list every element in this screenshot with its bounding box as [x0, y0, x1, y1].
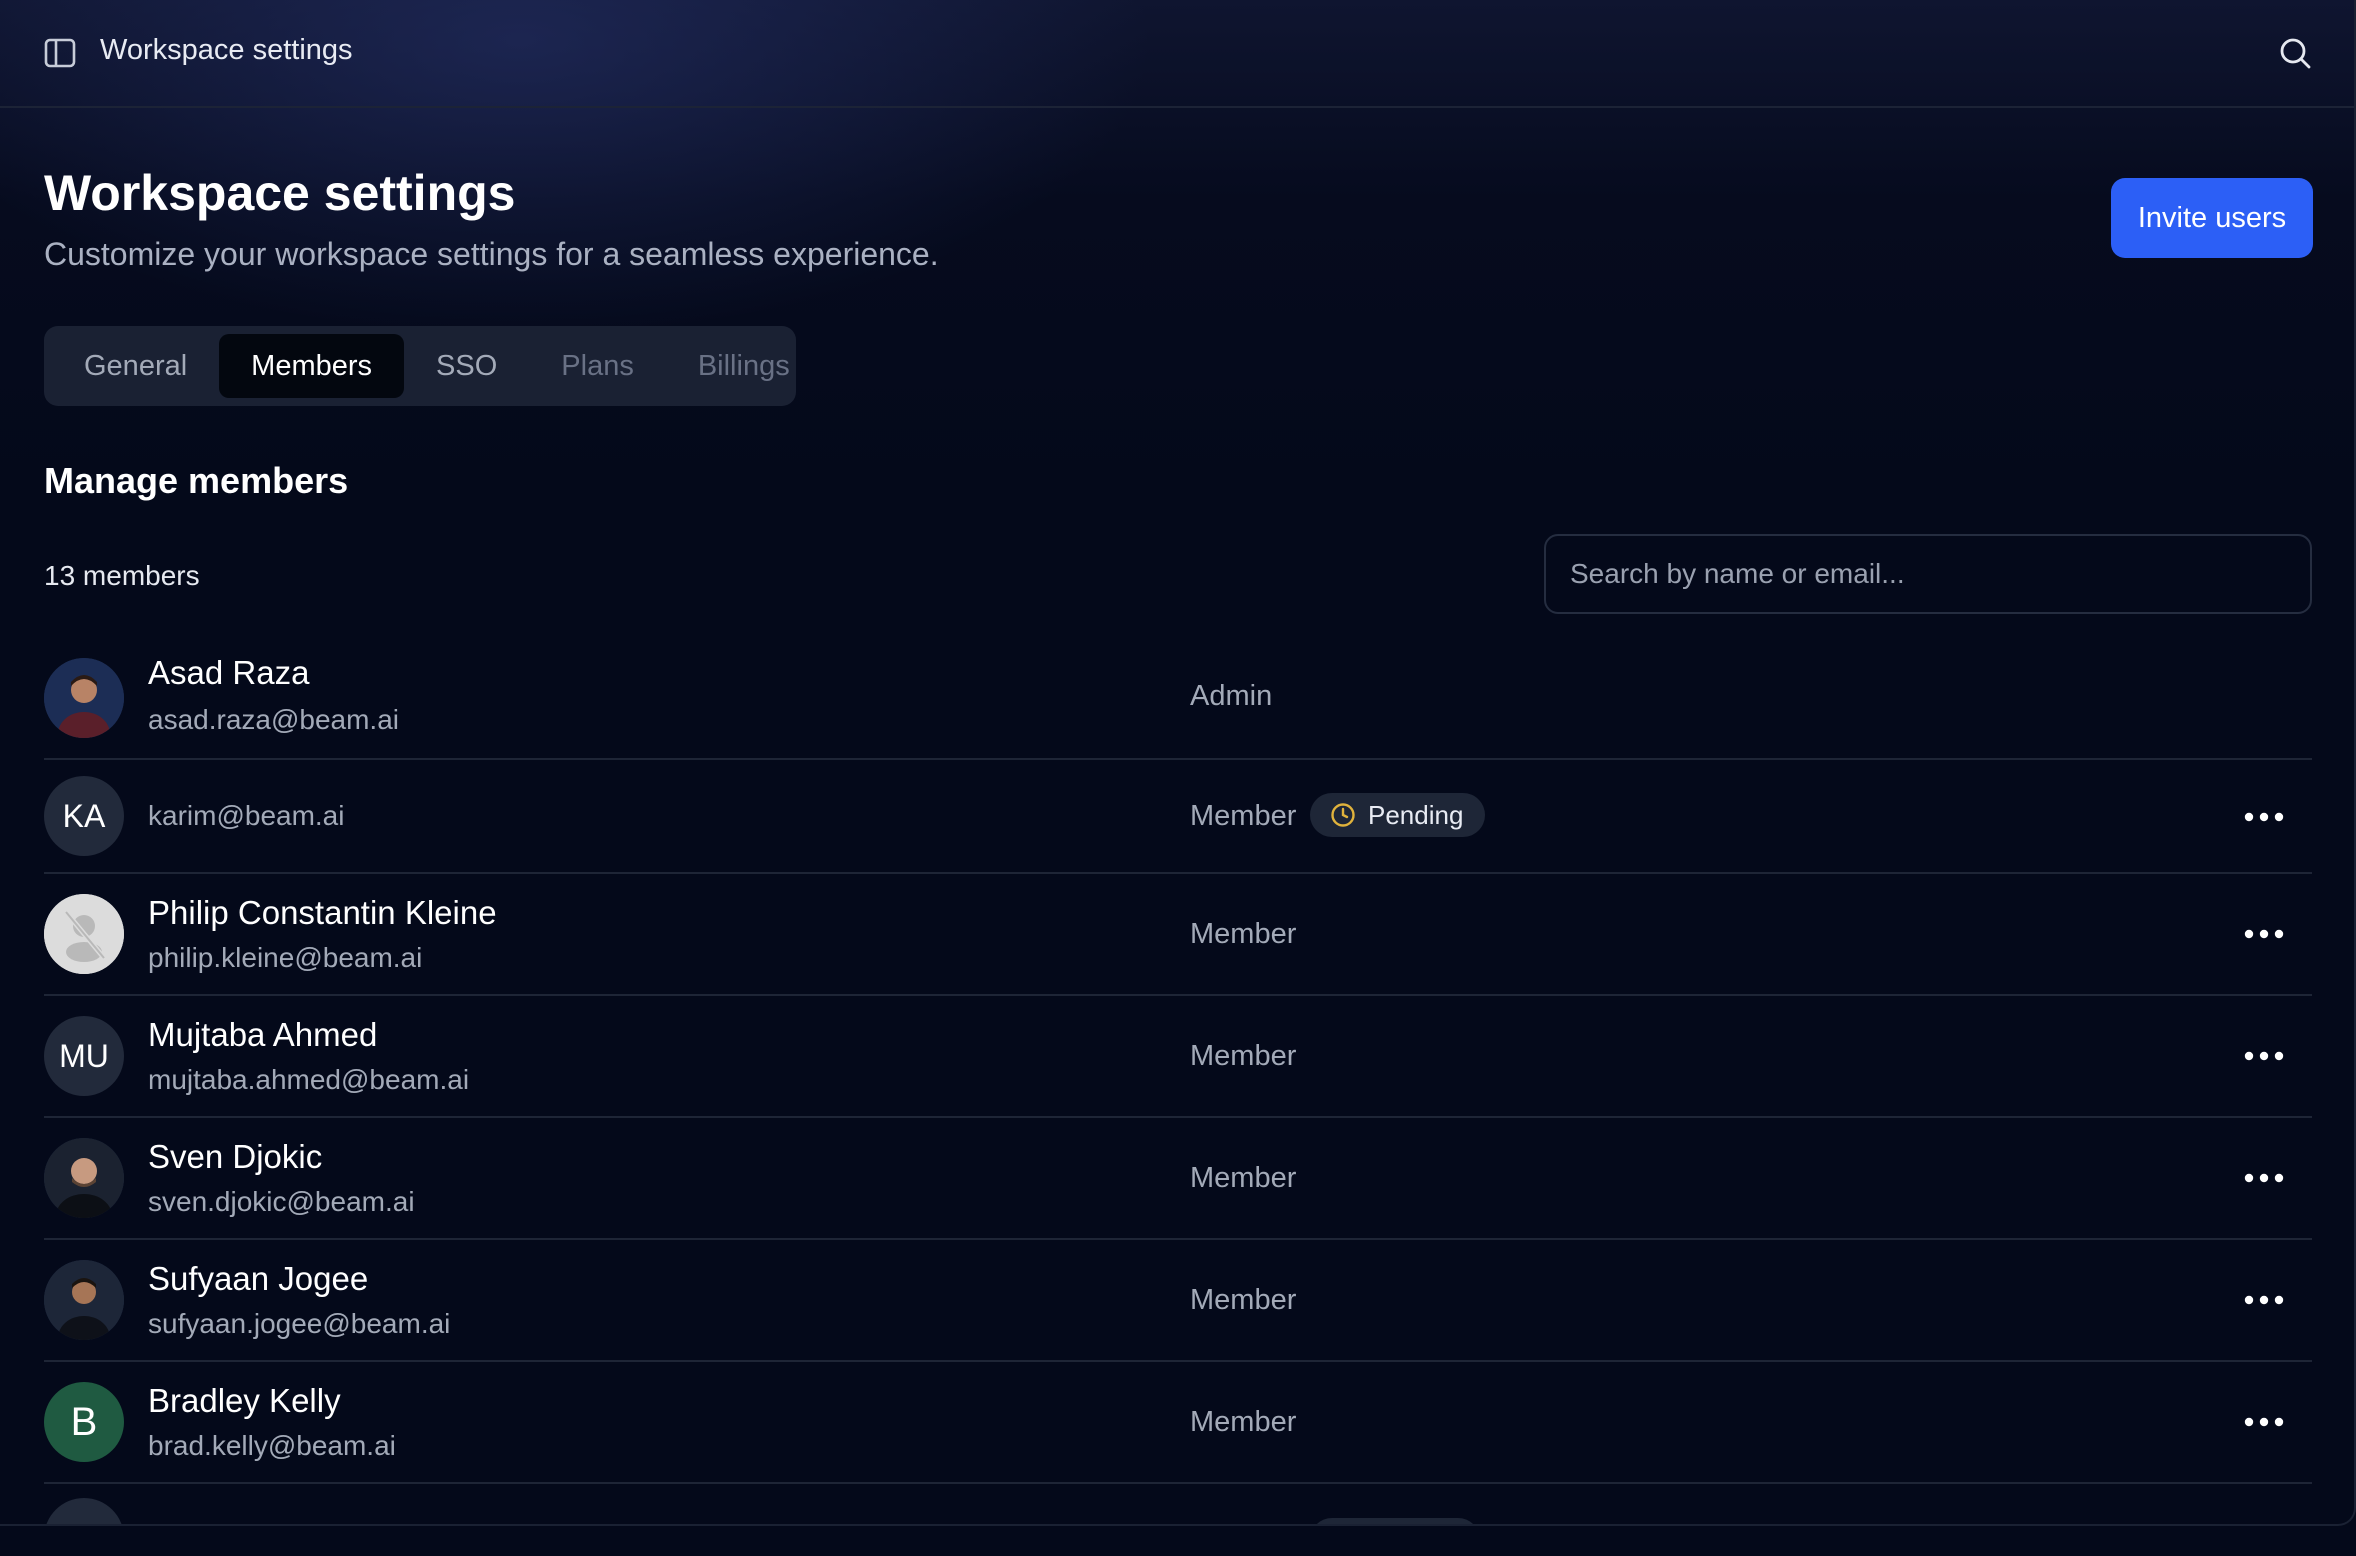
- member-email: sufyaan.jogee@beam.ai: [148, 1308, 451, 1339]
- member-name: Sufyaan Jogee: [148, 1260, 369, 1297]
- more-options-button[interactable]: [2236, 1402, 2292, 1442]
- member-row: MU Mujtaba Ahmed mujtaba.ahmed@beam.ai M…: [44, 996, 2312, 1118]
- member-list: Asad Raza asad.raza@beam.ai Admin KA kar…: [44, 636, 2312, 1524]
- member-email: karim@beam.ai: [148, 800, 345, 831]
- sidebar-panel-icon[interactable]: [44, 38, 76, 68]
- avatar: B: [44, 1382, 124, 1462]
- clock-icon: [1331, 803, 1355, 827]
- avatar: [44, 1260, 124, 1340]
- member-role: Member: [1190, 1162, 1297, 1194]
- member-name: Mujtaba Ahmed: [148, 1016, 378, 1053]
- member-row: Sven Djokic sven.djokic@beam.ai Member: [44, 1118, 2312, 1240]
- top-bar: Workspace settings: [0, 0, 2354, 108]
- more-options-button[interactable]: [2236, 1158, 2292, 1198]
- tab-sso[interactable]: SSO: [404, 334, 529, 398]
- member-role: Member: [1190, 800, 1297, 832]
- member-row: Philip Constantin Kleine philip.kleine@b…: [44, 874, 2312, 996]
- more-horizontal-icon: [2244, 1051, 2284, 1061]
- member-role: Member: [1190, 1284, 1297, 1316]
- more-horizontal-icon: [2244, 1173, 2284, 1183]
- topbar-title: Workspace settings: [100, 34, 353, 66]
- tab-billings[interactable]: Billings: [666, 334, 822, 398]
- section-title: Manage members: [44, 460, 349, 501]
- no-photo-icon: [44, 894, 124, 974]
- member-name: Bradley Kelly: [148, 1382, 341, 1419]
- page-title: Workspace settings: [44, 165, 516, 221]
- more-options-button[interactable]: [2236, 914, 2292, 954]
- member-email: mujtaba.ahmed@beam.ai: [148, 1064, 470, 1095]
- member-role: Member: [1190, 918, 1297, 950]
- more-horizontal-icon: [2244, 1295, 2284, 1305]
- member-search-input[interactable]: [1544, 534, 2312, 614]
- more-options-button[interactable]: [2236, 1280, 2292, 1320]
- workspace-settings-window: Workspace settings Workspace settings Cu…: [0, 0, 2356, 1526]
- avatar: [44, 1498, 124, 1524]
- more-horizontal-icon: [2244, 929, 2284, 939]
- member-role: Member: [1190, 1406, 1297, 1438]
- status-badge-partial: [1310, 1518, 1480, 1524]
- avatar: [44, 894, 124, 974]
- search-icon[interactable]: [2278, 36, 2312, 70]
- avatar-photo-icon: [44, 658, 124, 738]
- avatar-photo-icon: [44, 1138, 124, 1218]
- member-count: 13 members: [44, 560, 200, 591]
- member-row: KA karim@beam.ai Member Pending: [44, 760, 2312, 874]
- settings-tabs: General Members SSO Plans Billings: [44, 326, 796, 406]
- member-row: Asad Raza asad.raza@beam.ai Admin: [44, 636, 2312, 760]
- status-badge-label: Pending: [1368, 799, 1464, 830]
- member-name: Asad Raza: [148, 654, 310, 691]
- member-email: philip.kleine@beam.ai: [148, 942, 423, 973]
- page-subtitle: Customize your workspace settings for a …: [44, 236, 939, 272]
- avatar-photo-icon: [44, 1260, 124, 1340]
- member-row-partial: [44, 1484, 2312, 1524]
- member-email: asad.raza@beam.ai: [148, 704, 400, 735]
- tab-general[interactable]: General: [52, 334, 219, 398]
- tab-plans[interactable]: Plans: [529, 334, 666, 398]
- member-row: Sufyaan Jogee sufyaan.jogee@beam.ai Memb…: [44, 1240, 2312, 1362]
- avatar: [44, 658, 124, 738]
- member-row: B Bradley Kelly brad.kelly@beam.ai Membe…: [44, 1362, 2312, 1484]
- more-options-button[interactable]: [2236, 1036, 2292, 1076]
- member-email: sven.djokic@beam.ai: [148, 1186, 415, 1217]
- more-horizontal-icon: [2244, 812, 2284, 822]
- tab-members[interactable]: Members: [219, 334, 405, 398]
- avatar: MU: [44, 1016, 124, 1096]
- member-email: brad.kelly@beam.ai: [148, 1430, 396, 1461]
- more-horizontal-icon: [2244, 1417, 2284, 1427]
- member-role: Member: [1190, 1040, 1297, 1072]
- more-options-button[interactable]: [2236, 797, 2292, 837]
- avatar: KA: [44, 776, 124, 856]
- member-name: Sven Djokic: [148, 1138, 323, 1175]
- avatar: [44, 1138, 124, 1218]
- member-name: Philip Constantin Kleine: [148, 894, 497, 931]
- invite-users-button[interactable]: Invite users: [2111, 178, 2313, 258]
- member-role: Admin: [1190, 680, 1273, 712]
- status-badge: Pending: [1310, 793, 1486, 837]
